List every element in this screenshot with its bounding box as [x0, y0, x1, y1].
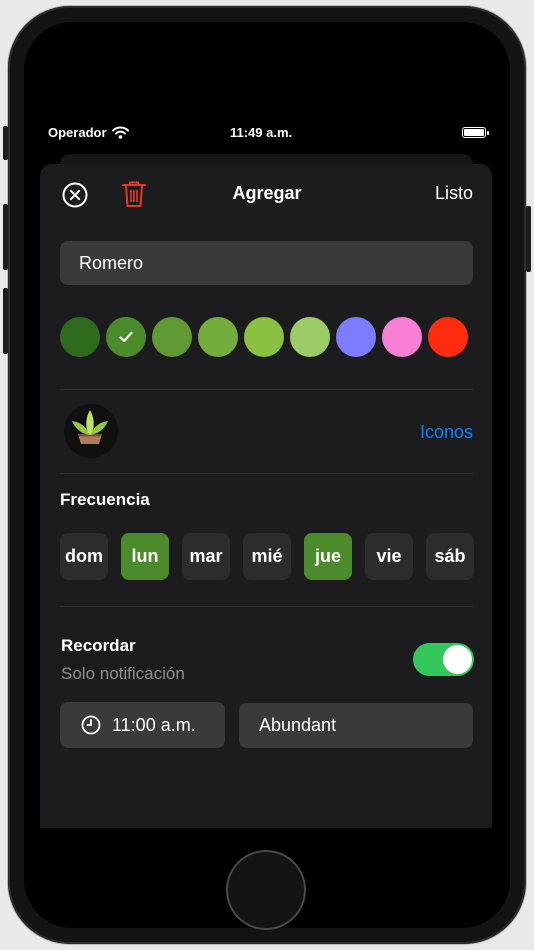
- day-button[interactable]: jue: [304, 533, 352, 580]
- reminder-sound-button[interactable]: Abundant: [239, 703, 473, 748]
- day-button[interactable]: sáb: [426, 533, 474, 580]
- color-picker: [60, 317, 474, 357]
- reminder-toggle[interactable]: [413, 643, 474, 676]
- day-button[interactable]: mar: [182, 533, 230, 580]
- reminder-time-value: 11:00 a.m.: [112, 714, 196, 735]
- day-button[interactable]: dom: [60, 533, 108, 580]
- clock-icon: [81, 715, 101, 735]
- divider: [60, 606, 473, 607]
- reminder-title: Recordar: [61, 636, 136, 655]
- divider: [60, 389, 473, 390]
- reminder-time-button[interactable]: 11:00 a.m.: [60, 702, 225, 748]
- reminder-subtitle: Solo notificación: [61, 664, 185, 683]
- color-swatch[interactable]: [152, 317, 192, 357]
- color-swatch[interactable]: [382, 317, 422, 357]
- status-bar: Operador 11:49 a.m.: [48, 124, 489, 142]
- mute-switch: [3, 126, 8, 160]
- toggle-knob: [443, 645, 472, 674]
- checkmark-icon: [119, 331, 133, 343]
- power-button: [526, 206, 531, 272]
- battery-icon: [462, 127, 489, 138]
- icons-link[interactable]: Iconos: [420, 422, 473, 443]
- color-swatch[interactable]: [428, 317, 468, 357]
- carrier-label: Operador: [48, 125, 107, 140]
- color-swatch[interactable]: [106, 317, 146, 357]
- volume-up-button: [3, 204, 8, 270]
- wifi-icon: [111, 126, 129, 139]
- color-swatch[interactable]: [336, 317, 376, 357]
- day-button[interactable]: vie: [365, 533, 413, 580]
- color-swatch[interactable]: [198, 317, 238, 357]
- day-button[interactable]: mié: [243, 533, 291, 580]
- divider: [60, 473, 473, 474]
- day-button[interactable]: lun: [121, 533, 169, 580]
- plant-name-input[interactable]: Romero: [60, 241, 473, 285]
- weekday-selector: dom lun mar mié jue vie sáb: [60, 533, 474, 580]
- status-time: 11:49 a.m.: [230, 125, 293, 140]
- home-button[interactable]: [226, 850, 306, 930]
- volume-down-button: [3, 288, 8, 354]
- potted-plant-icon[interactable]: [64, 404, 118, 458]
- done-button[interactable]: Listo: [435, 183, 473, 204]
- color-swatch[interactable]: [244, 317, 284, 357]
- frequency-label: Frecuencia: [60, 490, 150, 509]
- color-swatch[interactable]: [60, 317, 100, 357]
- color-swatch[interactable]: [290, 317, 330, 357]
